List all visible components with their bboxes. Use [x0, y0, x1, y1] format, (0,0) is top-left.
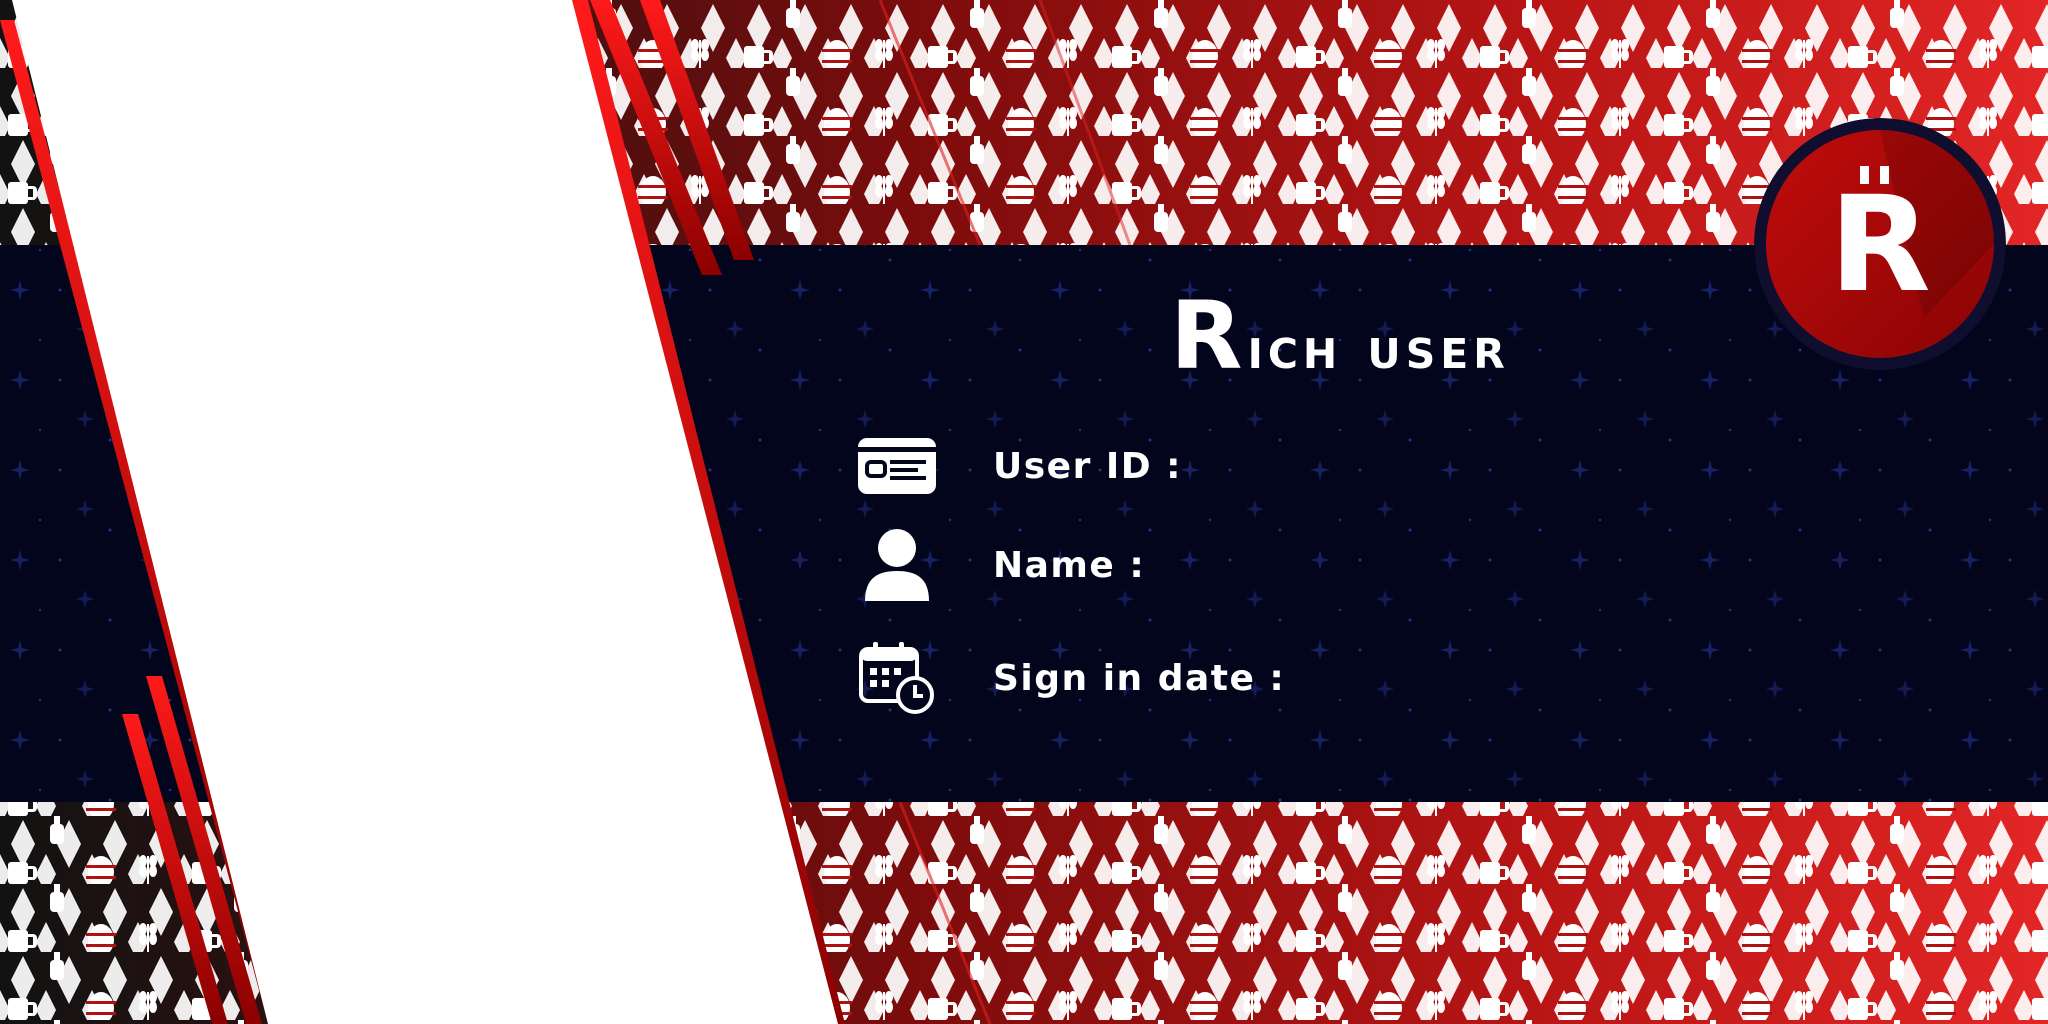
name-row: Name :	[855, 523, 1475, 607]
user-icon	[855, 523, 939, 607]
sign-in-date-label: Sign in date :	[993, 657, 1286, 699]
card-title: Rich user	[1170, 282, 1510, 391]
user-id-label: User ID :	[993, 445, 1183, 487]
badge-logo: R	[1754, 118, 2006, 370]
id-card-icon	[855, 424, 939, 508]
badge-letter: R	[1829, 168, 1931, 322]
card-background	[0, 0, 2048, 1024]
calendar-clock-icon	[855, 636, 939, 720]
name-label: Name :	[993, 544, 1146, 586]
sign-in-date-row: Sign in date :	[855, 636, 1475, 720]
user-id-row: User ID :	[855, 424, 1475, 508]
user-card: Rich user User ID : Name : Sign in date …	[0, 0, 2048, 1024]
